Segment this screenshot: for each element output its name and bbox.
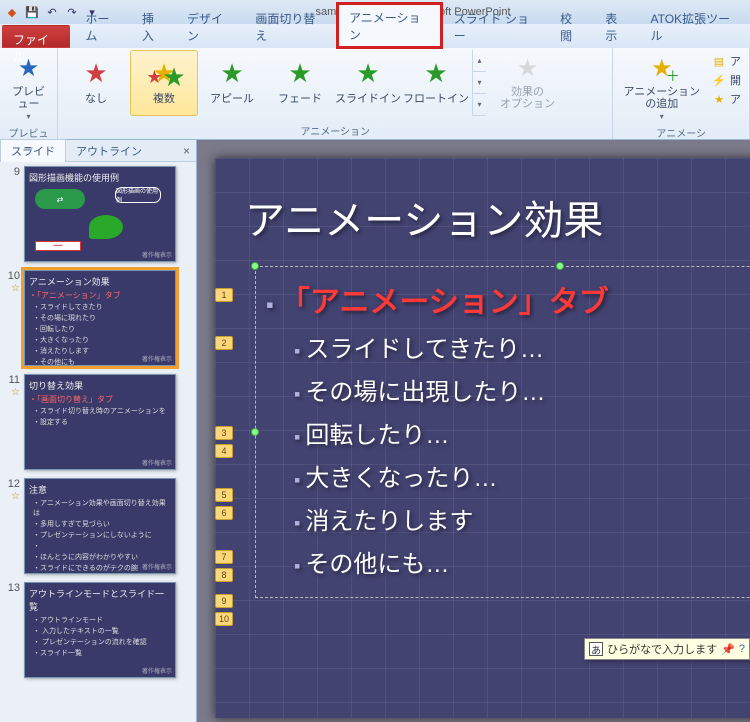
animation-gallery: ★なし★★★複数★アピール★フェード★スライドイン★フロートイン [62,50,470,116]
group-advanced-anim: ★＋ アニメーション の追加 ▾ ▤ア ⚡開 ★ア アニメーシ [613,48,750,139]
thumb-row[interactable]: 13アウトラインモードとスライド一覧・アウトラインモード・ 入力したテキストの一… [2,582,194,678]
trigger-icon: ⚡ [712,73,726,87]
bullet-l2[interactable]: 回転したり… [294,415,750,450]
bullet-l2[interactable]: スライドしてきたり… [294,329,750,364]
slide-thumbnail[interactable]: 切り替え効果・「画面切り替え」タブ・スライド切り替え時のアニメーションを・設定す… [24,374,176,470]
anim-tag[interactable]: 1 [215,288,233,302]
slide-thumbnail[interactable]: アニメーション効果・「アニメーション」タブ・スライドしてきたり・その場に現れたり… [24,270,176,366]
effect-options-button: ★ 効果の オプション [494,50,561,112]
slide-thumbnail[interactable]: アウトラインモードとスライド一覧・アウトラインモード・ 入力したテキストの一覧・… [24,582,176,678]
slide-thumbnail[interactable]: 注意・アニメーション効果や画面切り替え効果は・多用しすぎて見づらい・プレゼンテー… [24,478,176,574]
anim-tag[interactable]: 10 [215,612,233,626]
ribbon-tabs: ファイル ホーム 挿入 デザイン 画面切り替え アニメーション スライド ショー… [0,24,750,48]
dropdown-caret-icon: ▾ [26,112,30,121]
undo-icon[interactable]: ↶ [44,4,60,20]
gallery-down-icon[interactable]: ▾ [473,72,486,94]
anim-tag[interactable]: 2 [215,336,233,350]
resize-handle[interactable] [251,262,259,270]
gallery-item-1[interactable]: ★★★複数 [130,50,198,116]
anim-tag[interactable]: 6 [215,506,233,520]
panel-tab-outline[interactable]: アウトライン [66,140,152,162]
thumb-row[interactable]: 11☆切り替え効果・「画面切り替え」タブ・スライド切り替え時のアニメーションを・… [2,374,194,470]
ime-text: ひらがなで入力します [607,641,717,657]
anim-tag[interactable]: 3 [215,426,233,440]
bullet-l2[interactable]: 大きくなったり… [294,458,750,493]
content-placeholder[interactable]: 「アニメーション」タブ スライドしてきたり… その場に出現したり… 回転したり…… [255,266,750,598]
star-icon: ★★★ [152,60,175,86]
bullet-l2[interactable]: その他にも… [294,544,750,579]
star-icon: ★ [288,60,311,86]
anim-tag[interactable]: 9 [215,594,233,608]
thumb-row[interactable]: 10☆アニメーション効果・「アニメーション」タブ・スライドしてきたり・その場に現… [2,270,194,366]
pane-icon: ▤ [712,54,726,68]
ime-tooltip: あ ひらがなで入力します 📌 ? [584,638,750,660]
bullet-l1[interactable]: 「アニメーション」タブ [266,277,750,321]
bullet-l2[interactable]: 消えたりします [294,501,750,536]
slide-thumbnail[interactable]: 図形描画機能の使用例⇄図形描画の使用例━━━著作権表示 [24,166,176,262]
tab-animations[interactable]: アニメーション [336,2,443,49]
trigger-button[interactable]: ⚡開 [710,71,743,89]
panel-close-icon[interactable]: × [177,144,196,158]
group-preview: ★ プレビュー ▾ プレビュー [0,48,58,139]
gallery-item-2[interactable]: ★アピール [198,50,266,116]
resize-handle[interactable] [251,428,259,436]
tab-atok[interactable]: ATOK拡張ツール [640,5,750,48]
tab-design[interactable]: デザイン [176,5,244,48]
slide-canvas[interactable]: アニメーション効果 1 2 3 4 5 6 7 8 9 10 「アニメーション」… [215,158,750,718]
thumb-row[interactable]: 9図形描画機能の使用例⇄図形描画の使用例━━━著作権表示 [2,166,194,262]
save-icon[interactable]: 💾 [24,4,40,20]
ribbon: ★ プレビュー ▾ プレビュー ★なし★★★複数★アピール★フェード★スライドイ… [0,48,750,140]
anim-painter-button[interactable]: ★ア [710,90,743,108]
app-icon[interactable]: ◆ [4,4,20,20]
tab-transitions[interactable]: 画面切り替え [244,5,336,48]
star-icon: ★ [424,60,447,86]
tab-insert[interactable]: 挿入 [131,5,176,48]
star-icon: ★ [220,60,243,86]
tab-view[interactable]: 表示 [594,5,639,48]
anim-pane-button[interactable]: ▤ア [710,52,743,70]
add-anim-star-icon: ★＋ [646,52,678,84]
star-icon: ★ [84,60,107,86]
add-animation-button[interactable]: ★＋ アニメーション の追加 ▾ [617,50,706,123]
effect-options-star-icon: ★ [512,52,544,84]
group-animation: ★なし★★★複数★アピール★フェード★スライドイン★フロートイン ▴ ▾ ▾ ★… [58,48,613,139]
ime-pin-icon[interactable]: 📌 [721,643,735,656]
tab-slideshow[interactable]: スライド ショー [443,5,549,48]
gallery-up-icon[interactable]: ▴ [473,50,486,72]
tab-review[interactable]: 校閲 [549,5,594,48]
slide-title-text[interactable]: アニメーション効果 [245,188,750,246]
star-icon: ★ [356,60,379,86]
anim-tag[interactable]: 8 [215,568,233,582]
ime-mode-badge: あ [589,642,603,656]
anim-tag[interactable]: 4 [215,444,233,458]
ime-help-icon[interactable]: ? [739,643,745,655]
tab-home[interactable]: ホーム [74,5,130,48]
gallery-item-0[interactable]: ★なし [62,50,130,116]
gallery-item-3[interactable]: ★フェード [266,50,334,116]
gallery-scroll: ▴ ▾ ▾ [472,50,486,116]
advanced-extra-col: ▤ア ⚡開 ★ア [708,50,745,110]
workspace: スライド アウトライン × 9図形描画機能の使用例⇄図形描画の使用例━━━著作権… [0,140,750,722]
gallery-more-icon[interactable]: ▾ [473,94,486,116]
bullet-l2[interactable]: その場に出現したり… [294,372,750,407]
resize-handle[interactable] [556,262,564,270]
dropdown-caret-icon: ▾ [660,112,664,121]
slide-editor[interactable]: アニメーション効果 1 2 3 4 5 6 7 8 9 10 「アニメーション」… [197,140,750,722]
preview-button[interactable]: ★ プレビュー ▾ [4,50,54,123]
anim-tag[interactable]: 5 [215,488,233,502]
painter-icon: ★ [712,92,726,106]
thumb-row[interactable]: 12☆注意・アニメーション効果や画面切り替え効果は・多用しすぎて見づらい・プレゼ… [2,478,194,574]
tab-file[interactable]: ファイル [2,25,70,48]
gallery-item-5[interactable]: ★フロートイン [402,50,470,116]
thumbnail-list[interactable]: 9図形描画機能の使用例⇄図形描画の使用例━━━著作権表示10☆アニメーション効果… [0,162,196,722]
slides-panel: スライド アウトライン × 9図形描画機能の使用例⇄図形描画の使用例━━━著作権… [0,140,197,722]
gallery-item-4[interactable]: ★スライドイン [334,50,402,116]
anim-tag[interactable]: 7 [215,550,233,564]
